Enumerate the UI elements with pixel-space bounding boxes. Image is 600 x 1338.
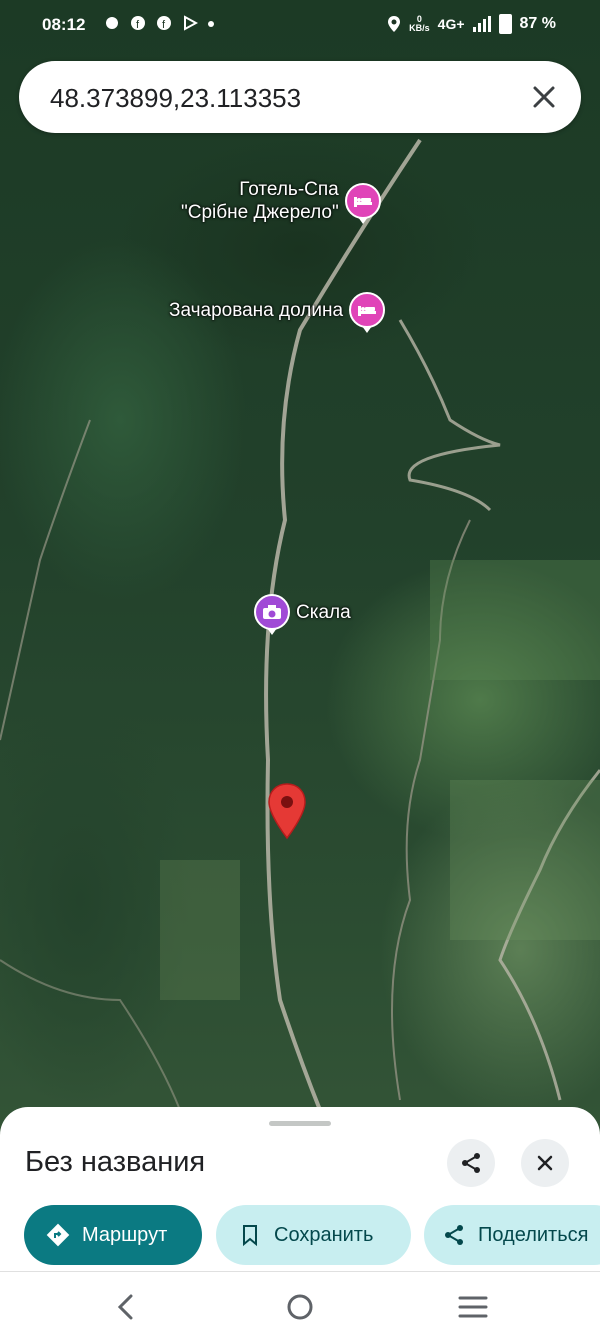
back-icon[interactable] [109,1290,143,1324]
close-icon[interactable] [529,82,559,112]
status-time: 08:12 [42,15,86,34]
location-pin-icon[interactable] [267,782,307,840]
hotel-icon[interactable] [344,183,381,224]
search-input[interactable]: 48.373899,23.113353 [50,83,301,114]
recents-icon[interactable] [456,1290,490,1324]
home-icon[interactable] [283,1290,317,1324]
poi-enchanted-valley[interactable]: Зачарована долина [169,292,386,333]
facebook-icon: f [130,15,146,31]
save-label: Сохранить [274,1223,374,1246]
battery-icon [498,14,512,34]
play-store-icon [182,15,199,31]
poi-hotel-spa[interactable]: Готель-Спа "Срібне Джерело" [181,178,381,224]
directions-button[interactable]: Маршрут [24,1205,202,1265]
save-button[interactable]: Сохранить [216,1205,411,1265]
directions-label: Маршрут [82,1223,168,1246]
net-speed-unit: KB/s [409,23,430,33]
status-bar: 08:12 f f 0 KB/s 4G+ 87 % [0,0,600,50]
bookmark-icon [243,1225,257,1247]
dot-icon [208,15,214,31]
search-bar[interactable]: 48.373899,23.113353 [19,61,581,133]
notification-icons: f f [104,15,214,31]
share-chip-button[interactable]: Поделиться [424,1205,600,1265]
poi-label: Зачарована долина [169,299,344,321]
poi-label-line2: "Срібне Джерело" [181,202,339,223]
poi-label: Готель-Спа "Срібне Джерело" [181,178,339,224]
share-button[interactable] [447,1139,495,1187]
battery-level: 87 % [519,15,556,32]
hotel-icon[interactable] [349,292,386,333]
weather-icon [104,15,120,31]
poi-label-line1: Готель-Спа [239,179,339,200]
directions-icon [46,1223,70,1247]
poi-rock[interactable]: Скала [254,594,351,635]
network-type: 4G+ [437,16,465,32]
net-speed: 0 KB/s [409,15,430,33]
place-title: Без названия [25,1146,206,1178]
system-nav-bar [0,1271,600,1338]
poi-label: Скала [296,601,351,623]
close-sheet-button[interactable] [521,1139,569,1187]
facebook-icon: f [156,15,172,31]
location-icon [388,16,401,32]
camera-icon[interactable] [254,594,290,635]
status-right: 0 KB/s 4G+ 87 % [387,14,556,34]
share-icon [445,1225,463,1245]
drag-handle[interactable] [269,1121,331,1126]
share-label: Поделиться [478,1223,589,1246]
share-icon [462,1153,480,1173]
signal-icon [472,16,491,32]
close-icon [537,1155,553,1171]
